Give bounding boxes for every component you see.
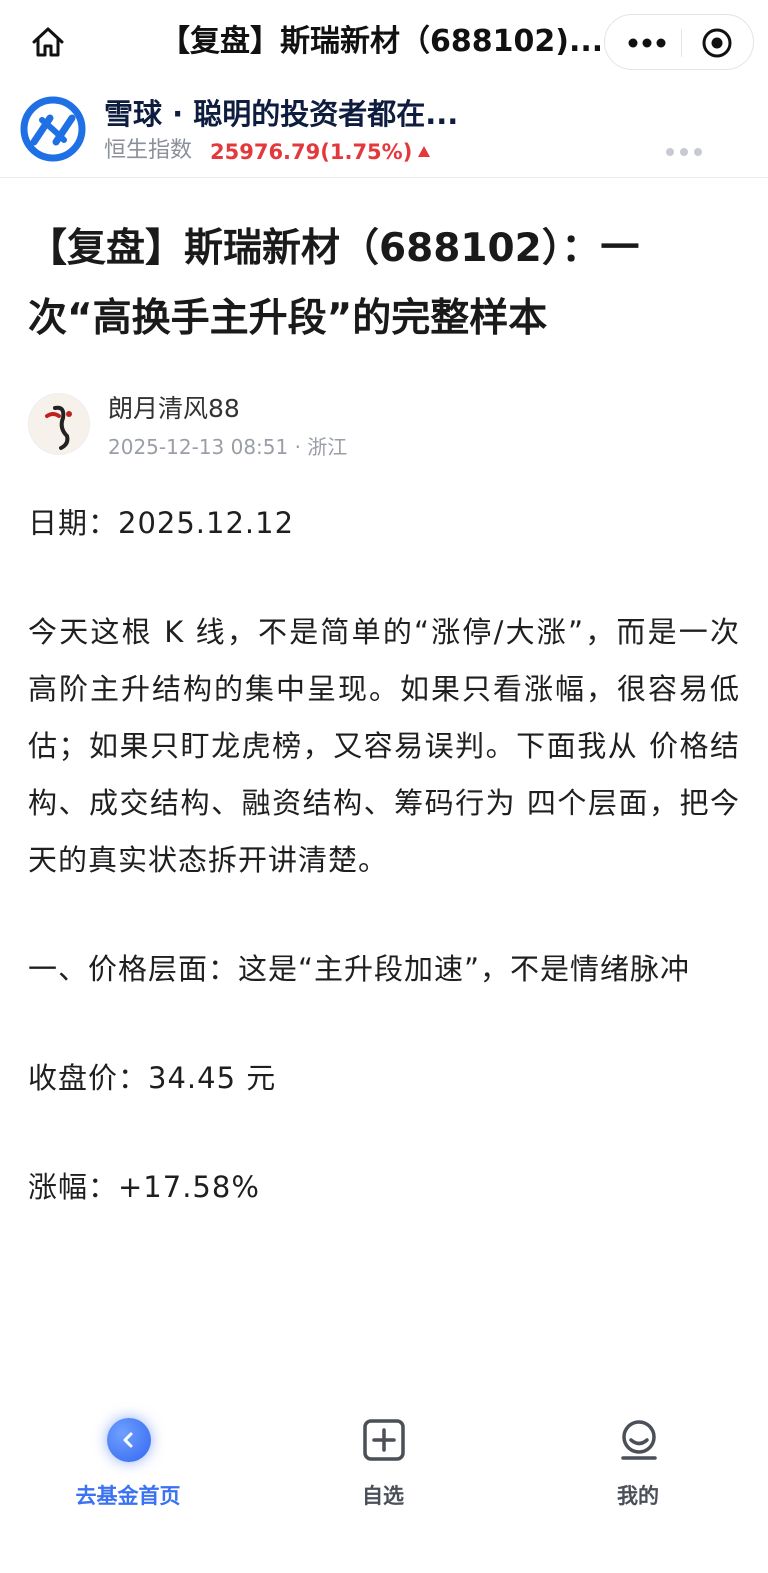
loading-dots-icon — [666, 148, 702, 156]
bottom-tab-bar: 去基金首页 自选 我的 — [0, 1405, 768, 1573]
app-header[interactable]: 雪球 · 聪明的投资者都在... 恒生指数 25976.79(1.75%) — [0, 82, 768, 178]
app-name: 雪球 · 聪明的投资者都在... — [104, 97, 459, 131]
index-label: 恒生指数 — [104, 138, 193, 163]
post-meta: 2025-12-13 08:51 · 浙江 — [108, 435, 348, 459]
author-name[interactable]: 朗月清风88 — [108, 392, 240, 426]
mini-program-capsule — [604, 14, 754, 70]
page-title: 【复盘】斯瑞新材（688102)... — [160, 24, 600, 59]
paragraph-intro: 今天这根 K 线，不是简单的“涨停/大涨”，而是一次高阶主升结构的集中呈现。如果… — [28, 615, 740, 877]
article-title: 【复盘】斯瑞新材（688102）：一次“高换手主升段”的完整样本 — [28, 226, 640, 341]
tab-watchlist[interactable]: 自选 — [283, 1415, 483, 1515]
tab-mine-label: 我的 — [617, 1484, 659, 1508]
paragraph-change: 涨幅：+17.58% — [28, 1170, 260, 1204]
back-home-icon — [106, 1417, 152, 1463]
capsule-divider — [681, 29, 682, 57]
top-nav-bar: 【复盘】斯瑞新材（688102)... — [0, 0, 768, 82]
user-icon — [616, 1417, 662, 1463]
close-target-icon[interactable] — [697, 25, 737, 61]
author-avatar[interactable] — [28, 393, 90, 455]
add-square-icon — [361, 1417, 407, 1463]
tab-mine[interactable]: 我的 — [538, 1415, 738, 1515]
tab-watchlist-label: 自选 — [362, 1484, 404, 1508]
index-value: 25976.79(1.75%) — [210, 137, 431, 167]
up-arrow-icon — [418, 146, 431, 157]
article-body: 日期：2025.12.12 今天这根 K 线，不是简单的“涨停/大涨”，而是一次… — [28, 495, 740, 1216]
paragraph-section-heading: 一、价格层面：这是“主升段加速”，不是情绪脉冲 — [28, 952, 691, 986]
home-icon[interactable] — [28, 22, 68, 62]
index-value-text: 25976.79(1.75%) — [210, 140, 413, 164]
paragraph-close-price: 收盘价：34.45 元 — [28, 1061, 277, 1095]
xueqiu-logo-icon — [20, 96, 86, 162]
paragraph-date: 日期：2025.12.12 — [28, 506, 295, 540]
more-icon[interactable] — [621, 25, 673, 61]
tab-fund-home-label: 去基金首页 — [75, 1484, 181, 1508]
tab-fund-home[interactable]: 去基金首页 — [28, 1415, 228, 1515]
